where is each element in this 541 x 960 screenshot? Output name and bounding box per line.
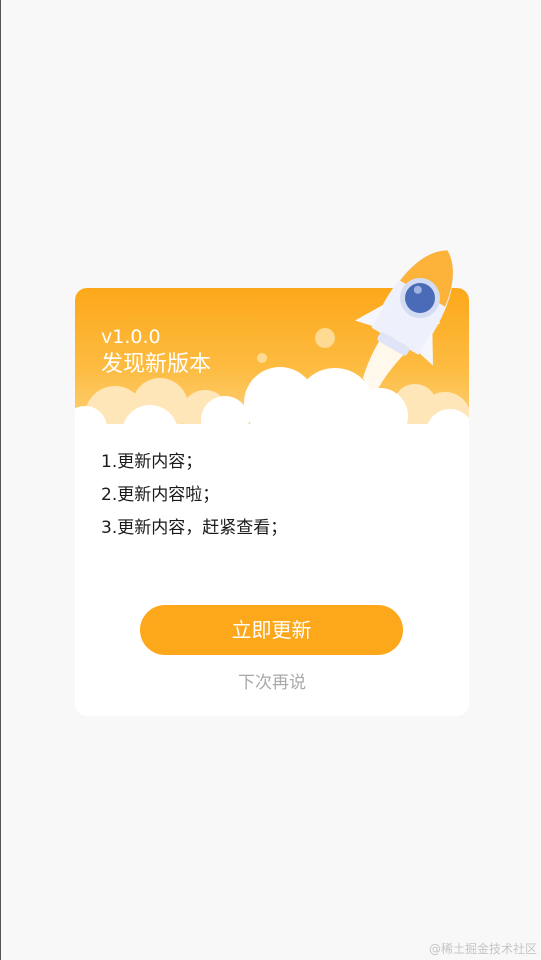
version-label: v1.0.0: [101, 326, 161, 348]
release-note-item: 2.更新内容啦；: [101, 485, 220, 505]
release-notes-list: 1.更新内容； 2.更新内容啦； 3.更新内容，赶紧查看；: [101, 446, 287, 545]
release-note-item: 3.更新内容，赶紧查看；: [101, 518, 288, 538]
screen: v1.0.0 发现新版本 1.更新内容； 2.更新内容啦； 3.更新内容，赶紧查…: [0, 0, 541, 960]
update-now-button[interactable]: 立即更新: [140, 605, 403, 655]
update-dialog: v1.0.0 发现新版本 1.更新内容； 2.更新内容啦； 3.更新内容，赶紧查…: [75, 250, 469, 716]
later-button[interactable]: 下次再说: [75, 672, 469, 694]
watermark: @稀土掘金技术社区: [428, 942, 537, 956]
dialog-title: 发现新版本: [101, 352, 212, 377]
release-note-item: 1.更新内容；: [101, 452, 203, 472]
rocket-icon: [355, 250, 454, 398]
